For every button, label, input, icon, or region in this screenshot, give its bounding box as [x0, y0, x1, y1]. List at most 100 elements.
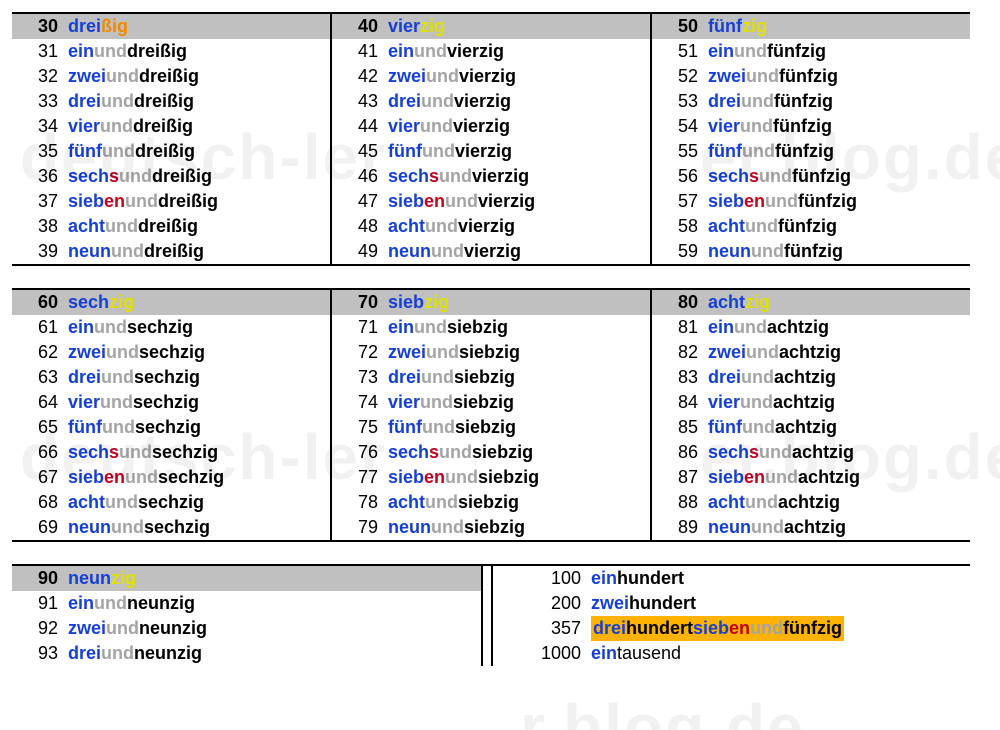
- number-row: 87 siebenundachtzig: [652, 465, 970, 490]
- word-segment: drei: [68, 643, 101, 663]
- word-segment: dreißig: [152, 166, 212, 186]
- number-row: 33 dreiunddreißig: [12, 89, 330, 114]
- number-row: 46 sechsundvierzig: [332, 164, 650, 189]
- word-segment: fünfzig: [774, 91, 833, 111]
- word-segment: zwei: [68, 342, 106, 362]
- tens-number: 80: [652, 290, 708, 315]
- number-word: dreiundachtzig: [708, 365, 970, 390]
- number-word: zweiundfünfzig: [708, 64, 970, 89]
- word-segment: fünfzig: [798, 191, 857, 211]
- number-row: 77 siebenundsiebzig: [332, 465, 650, 490]
- word-segment: sech: [388, 442, 429, 462]
- number-row: 88 achtundachtzig: [652, 490, 970, 515]
- number-row: 91 einundneunzig: [12, 591, 481, 616]
- word-segment: ein: [591, 568, 617, 588]
- word-segment: achtzig: [773, 392, 835, 412]
- number-row: 75 fünfundsiebzig: [332, 415, 650, 440]
- number-row: 48 achtundvierzig: [332, 214, 650, 239]
- word-segment: sieb: [68, 191, 104, 211]
- number-word: einundsiebzig: [388, 315, 650, 340]
- word-segment: drei: [68, 16, 101, 36]
- number-row: 69 neunundsechzig: [12, 515, 330, 540]
- word-segment: achtzig: [792, 442, 854, 462]
- number-word: siebenundvierzig: [388, 189, 650, 214]
- hundred-row: 200 zweihundert: [501, 591, 970, 616]
- hundred-row: 100 einhundert: [501, 566, 970, 591]
- number-row: 66 sechsundsechzig: [12, 440, 330, 465]
- word-segment: dreißig: [139, 66, 199, 86]
- word-segment: sech: [68, 292, 109, 312]
- number-row: 34 vierunddreißig: [12, 114, 330, 139]
- word-segment: und: [414, 41, 447, 61]
- word-segment: s: [429, 442, 439, 462]
- word-segment: fünfzig: [773, 116, 832, 136]
- tens-number: 70: [332, 290, 388, 315]
- word-segment: siebzig: [458, 492, 519, 512]
- number-word: neunundsiebzig: [388, 515, 650, 540]
- number-row: 61 einundsechzig: [12, 315, 330, 340]
- word-segment: sechzig: [152, 442, 218, 462]
- word-segment: vier: [388, 16, 420, 36]
- word-segment: ein: [591, 643, 617, 663]
- number-row: 49 neunundvierzig: [332, 239, 650, 264]
- word-segment: und: [746, 342, 779, 362]
- number-row: 68 achtundsechzig: [12, 490, 330, 515]
- word-segment: drei: [388, 367, 421, 387]
- number-value: 54: [652, 114, 708, 139]
- number-row: 47 siebenundvierzig: [332, 189, 650, 214]
- number-word: zweiundneunzig: [68, 616, 481, 641]
- word-segment: dreißig: [158, 191, 218, 211]
- number-word: neununddreißig: [68, 239, 330, 264]
- number-row: 35 fünfunddreißig: [12, 139, 330, 164]
- number-word: sechsundsechzig: [68, 440, 330, 465]
- number-value: 49: [332, 239, 388, 264]
- word-segment: sech: [708, 166, 749, 186]
- word-segment: ein: [388, 41, 414, 61]
- word-segment: neun: [68, 241, 111, 261]
- word-segment: vierzig: [478, 191, 535, 211]
- number-value: 82: [652, 340, 708, 365]
- tens-column: 70 siebzig 71 einundsiebzig 72 zweiundsi…: [330, 290, 650, 540]
- word-segment: und: [740, 116, 773, 136]
- hundred-number: 100: [501, 566, 591, 591]
- number-row: 43 dreiundvierzig: [332, 89, 650, 114]
- word-segment: sechzig: [138, 492, 204, 512]
- word-segment: achtzig: [784, 517, 846, 537]
- word-segment: zwei: [68, 618, 106, 638]
- number-word: vierundachtzig: [708, 390, 970, 415]
- number-word: dreiundsechzig: [68, 365, 330, 390]
- number-row: 51 einundfünfzig: [652, 39, 970, 64]
- number-word: sechsundsiebzig: [388, 440, 650, 465]
- word-segment: vier: [388, 116, 420, 136]
- word-segment: und: [100, 116, 133, 136]
- number-row: 82 zweiundachtzig: [652, 340, 970, 365]
- word-segment: sech: [708, 442, 749, 462]
- tens-header: 90 neunzig: [12, 566, 481, 591]
- word-segment: und: [105, 492, 138, 512]
- number-row: 81 einundachtzig: [652, 315, 970, 340]
- hundred-row: 357 dreihundertsiebenundfünfzig: [501, 616, 970, 641]
- word-segment: sechzig: [139, 342, 205, 362]
- word-segment: acht: [388, 216, 425, 236]
- number-value: 84: [652, 390, 708, 415]
- number-row: 67 siebenundsechzig: [12, 465, 330, 490]
- word-segment: acht: [388, 492, 425, 512]
- word-segment: neunzig: [139, 618, 207, 638]
- number-value: 58: [652, 214, 708, 239]
- word-segment: und: [421, 91, 454, 111]
- number-word: achtundsechzig: [68, 490, 330, 515]
- word-segment: sechzig: [135, 417, 201, 437]
- number-row: 32 zweiunddreißig: [12, 64, 330, 89]
- number-value: 93: [12, 641, 68, 666]
- word-segment: dreißig: [138, 216, 198, 236]
- word-segment: und: [750, 618, 783, 638]
- word-segment: fünfzig: [775, 141, 834, 161]
- word-segment: zig: [111, 568, 136, 588]
- number-word: siebenundsiebzig: [388, 465, 650, 490]
- word-segment: achtzig: [774, 367, 836, 387]
- word-segment: und: [106, 66, 139, 86]
- number-value: 91: [12, 591, 68, 616]
- number-word: vierundsiebzig: [388, 390, 650, 415]
- word-segment: fünfzig: [779, 66, 838, 86]
- number-row: 84 vierundachtzig: [652, 390, 970, 415]
